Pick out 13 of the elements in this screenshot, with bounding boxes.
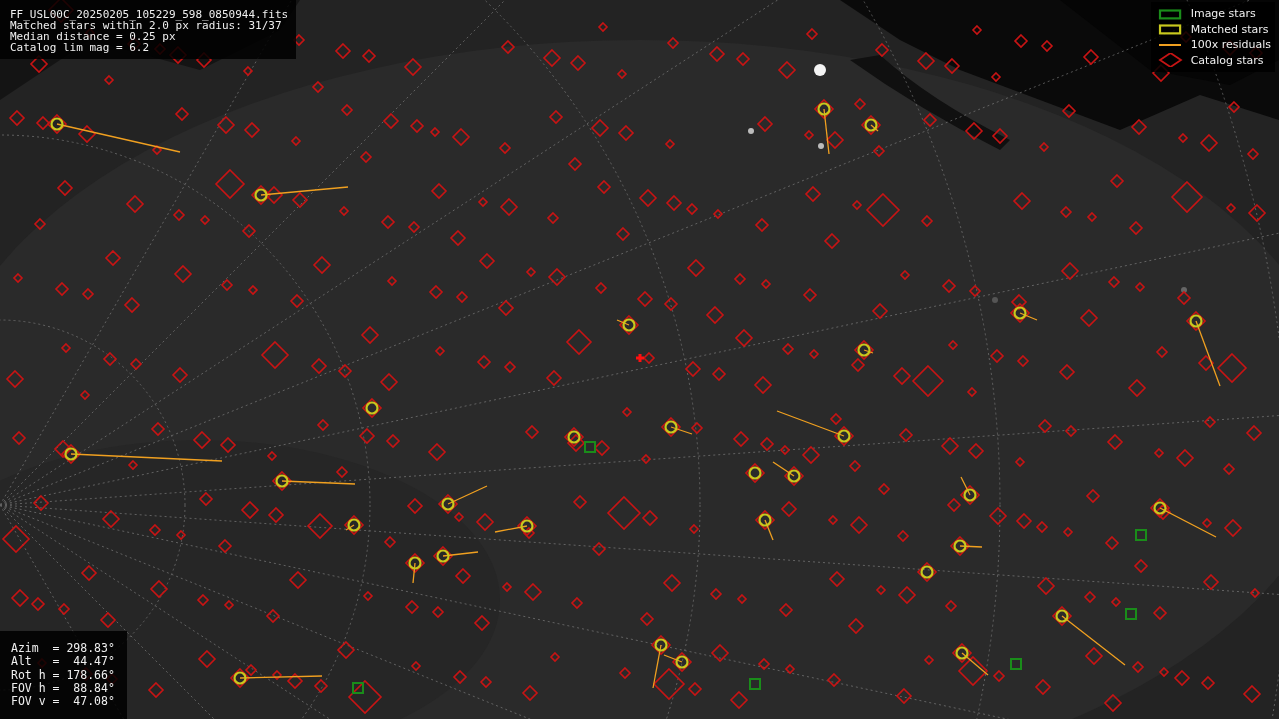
info-text: FF_USL00C_20250205_105229_598_0850944.fits	[10, 9, 289, 20]
pointing-text: Alt = 44.47°	[11, 655, 115, 669]
legend-label: Catalog stars	[1190, 53, 1264, 67]
pointing-text: Azim = 298.83°	[11, 642, 115, 655]
pointing-text: Rot h = 178.66°	[11, 668, 115, 682]
info-text: Catalog lim mag = 6.2	[10, 42, 151, 53]
info-text: Matched stars within 2.0 px radius: 31/37	[10, 20, 282, 31]
info-text: Median distance = 0.25 px	[10, 31, 176, 42]
legend-label: 100x residuals	[1190, 38, 1271, 52]
pointing-text: FOV v = 47.08°	[11, 695, 115, 709]
legend-label: Matched stars	[1190, 22, 1269, 36]
legend-label: Image stars	[1190, 7, 1256, 21]
pointing-text: FOV h = 88.84°	[11, 681, 115, 696]
